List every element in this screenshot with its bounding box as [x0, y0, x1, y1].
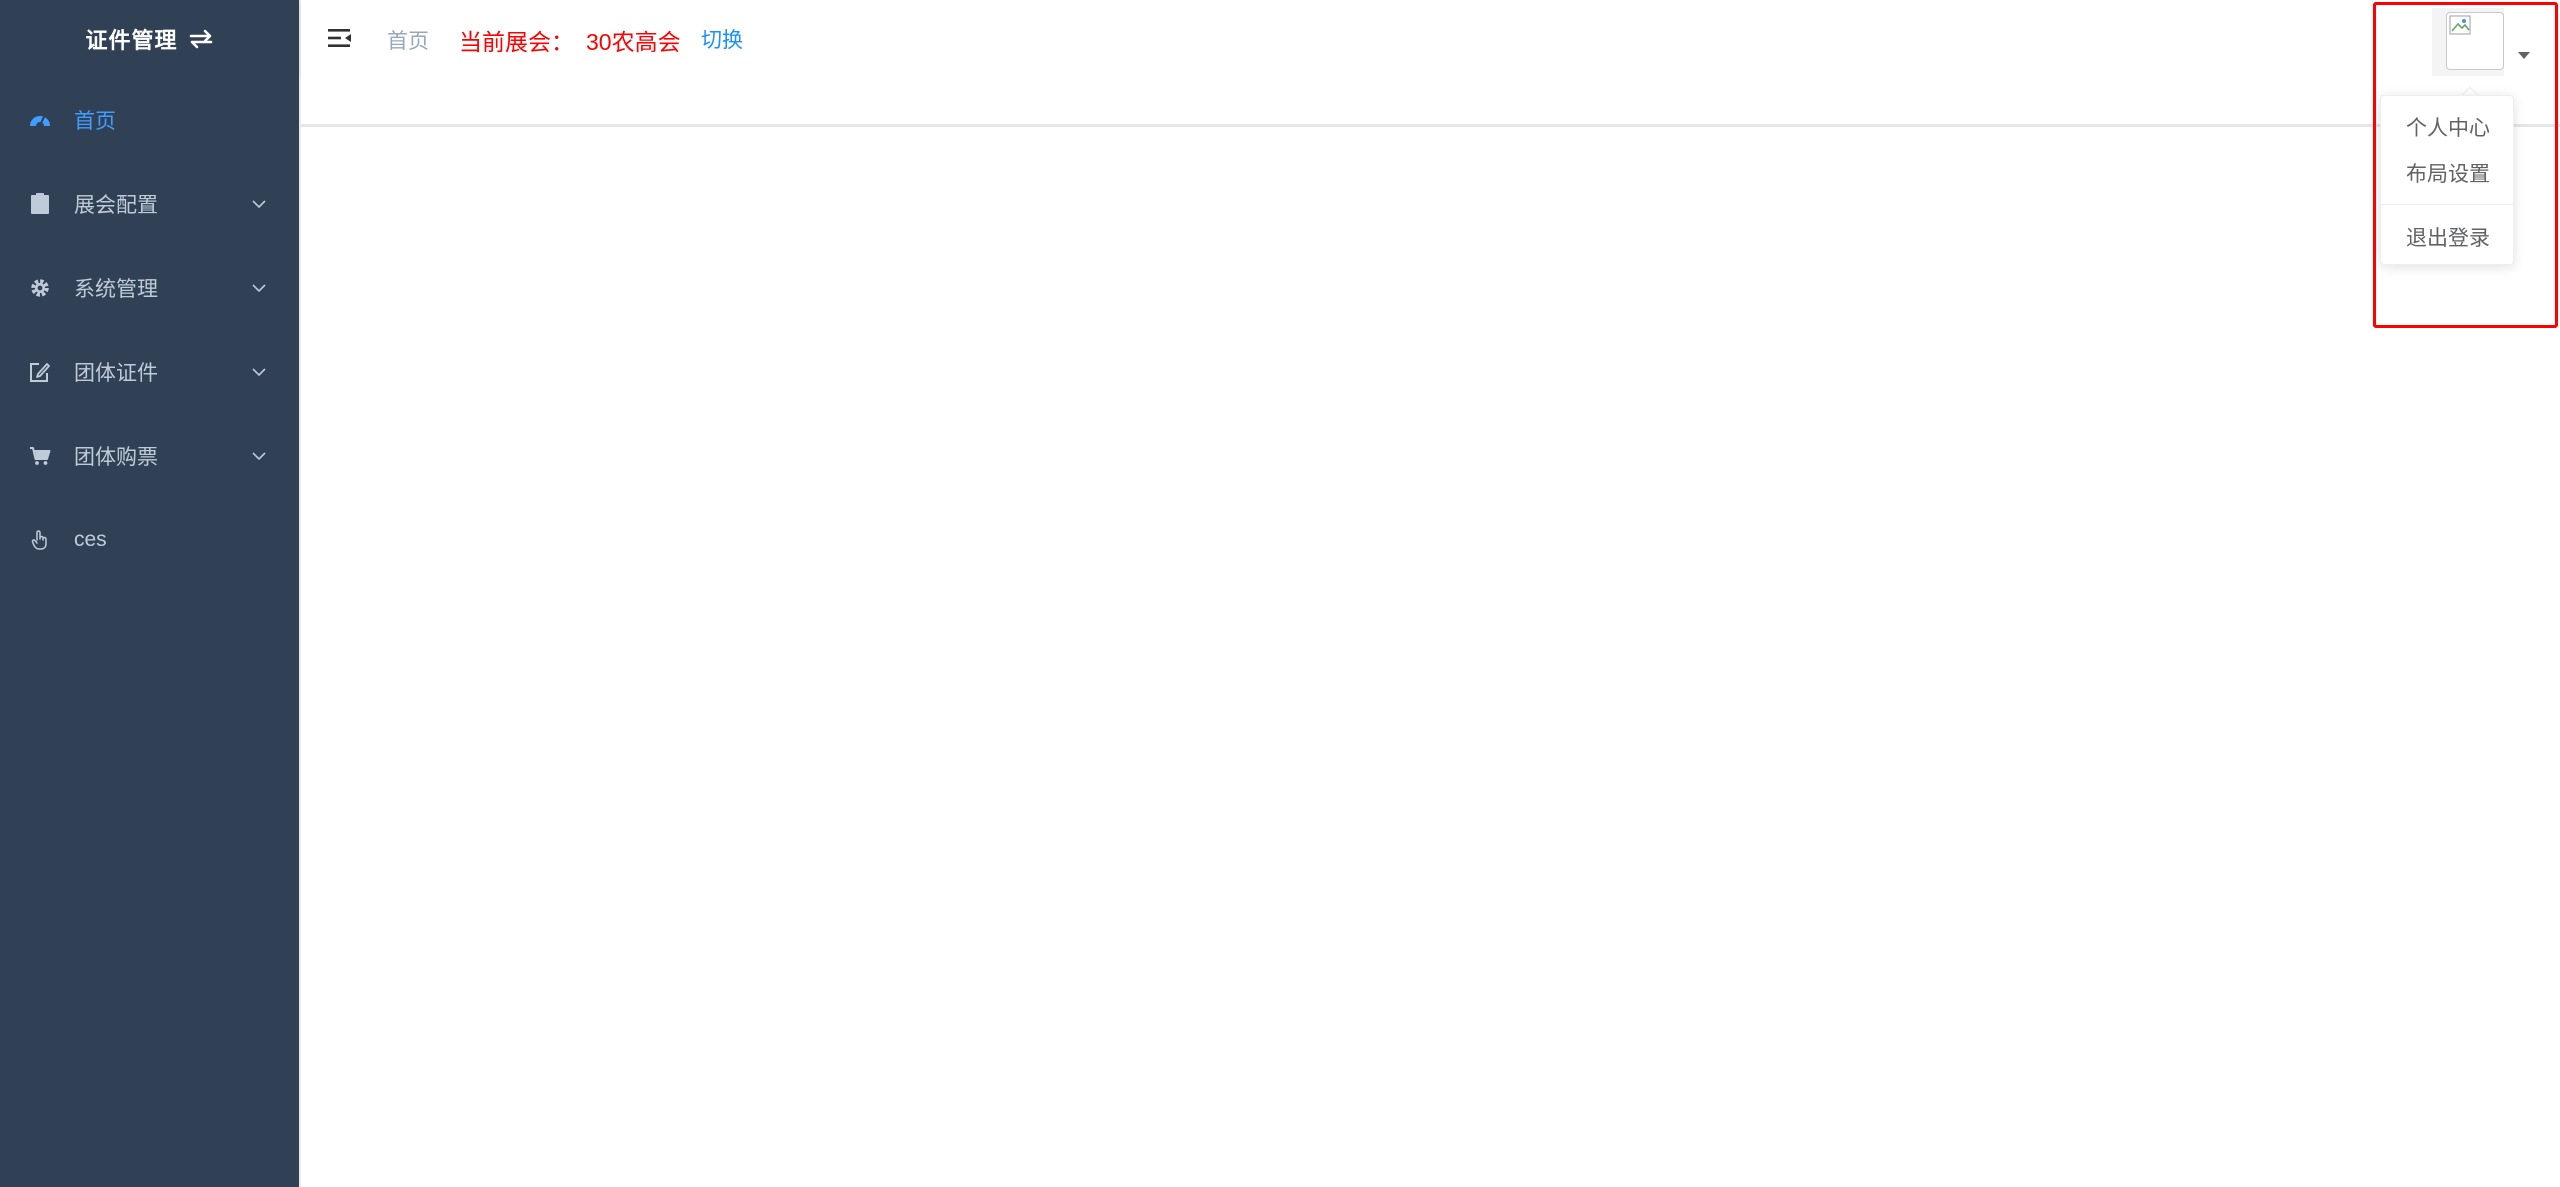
sidebar-item-label: 系统管理	[74, 278, 158, 301]
switch-expo-link[interactable]: 切换	[701, 24, 743, 54]
menu-item-layout-settings[interactable]: 布局设置	[2381, 158, 2515, 188]
dashboard-icon	[28, 108, 52, 132]
menu-item-logout[interactable]: 退出登录	[2381, 222, 2515, 252]
chevron-down-icon	[251, 196, 267, 212]
app-root: 证件管理 首页 展会配置 系统管理 团体证件 团体购票 ces 首页 当前展会：…	[0, 0, 2560, 1187]
chevron-down-icon	[251, 280, 267, 296]
sidebar-item-ces[interactable]: ces	[0, 498, 299, 582]
sidebar-item-label: 团体购票	[74, 446, 158, 469]
user-dropdown-menu: 个人中心 布局设置 退出登录	[2380, 95, 2515, 265]
sidebar-menu: 首页 展会配置 系统管理 团体证件 团体购票 ces	[0, 78, 299, 582]
current-expo-label: 当前展会：	[459, 29, 574, 55]
hamburger-button[interactable]	[326, 24, 354, 52]
sidebar-item-label: ces	[74, 528, 107, 551]
current-expo-name: 30农高会	[586, 29, 681, 55]
hand-pointer-icon	[28, 528, 52, 552]
caret-down-icon[interactable]	[2518, 52, 2530, 59]
sidebar-title: 证件管理	[85, 28, 178, 53]
breadcrumb: 首页	[387, 30, 429, 53]
user-avatar-button[interactable]	[2432, 8, 2504, 76]
sidebar-item-label: 展会配置	[74, 194, 158, 217]
chevron-down-icon	[251, 448, 267, 464]
top-navbar: 首页 当前展会： 30农高会 切换	[301, 0, 2560, 76]
cart-icon	[28, 444, 52, 468]
gear-icon	[28, 276, 52, 300]
dropdown-divider	[2381, 204, 2515, 205]
menu-fold-icon	[328, 29, 351, 47]
sidebar-logo[interactable]: 证件管理	[0, 0, 299, 78]
sidebar-item-system[interactable]: 系统管理	[0, 246, 299, 330]
sidebar: 证件管理 首页 展会配置 系统管理 团体证件 团体购票 ces	[0, 0, 299, 1187]
tags-view-bar	[301, 76, 2560, 127]
sidebar-item-label: 团体证件	[74, 362, 158, 385]
switch-arrows-icon	[189, 29, 212, 49]
avatar	[2446, 12, 2504, 70]
broken-image-icon	[2449, 15, 2471, 35]
sidebar-item-label: 首页	[74, 110, 116, 133]
sidebar-item-group-certificates[interactable]: 团体证件	[0, 330, 299, 414]
edit-icon	[28, 360, 52, 384]
clipboard-icon	[28, 192, 52, 216]
sidebar-item-home[interactable]: 首页	[0, 78, 299, 162]
menu-item-profile[interactable]: 个人中心	[2381, 112, 2515, 142]
sidebar-divider	[299, 0, 301, 1187]
sidebar-item-expo-config[interactable]: 展会配置	[0, 162, 299, 246]
chevron-down-icon	[251, 364, 267, 380]
sidebar-item-group-tickets[interactable]: 团体购票	[0, 414, 299, 498]
